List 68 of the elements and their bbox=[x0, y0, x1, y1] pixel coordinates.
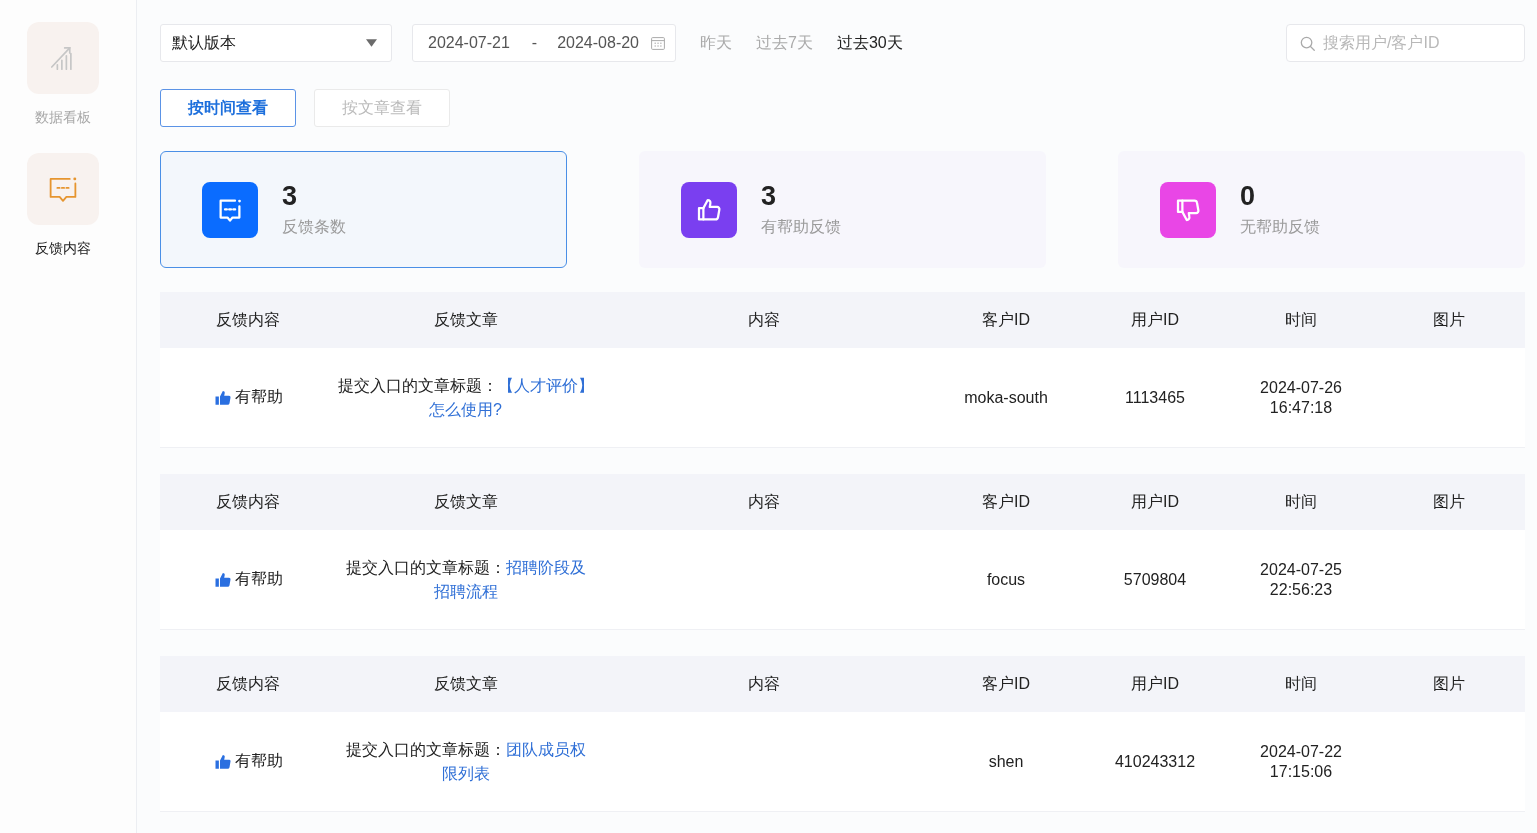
column-header: 客户ID bbox=[982, 674, 1030, 692]
column-header: 用户ID bbox=[1131, 310, 1179, 328]
feedback-label: 有帮助 bbox=[234, 569, 283, 589]
column-header: 图片 bbox=[1432, 310, 1465, 328]
table-cell-text: 2024-07-25 22:56:23 bbox=[1259, 559, 1343, 600]
stat-value: 0 bbox=[1240, 182, 1256, 210]
column-header: 时间 bbox=[1285, 492, 1317, 510]
feedback-label: 有帮助 bbox=[234, 387, 283, 407]
start-date[interactable]: 2024-07-21 bbox=[428, 34, 510, 52]
end-date[interactable]: 2024-08-20 bbox=[557, 34, 639, 52]
stat-card[interactable]: 3 反馈条数 bbox=[160, 151, 567, 268]
column-header: 反馈文章 bbox=[433, 674, 498, 692]
search-field[interactable]: 搜索用户/客户ID bbox=[1286, 24, 1525, 62]
column-header: 反馈内容 bbox=[216, 310, 280, 328]
search-icon bbox=[1300, 36, 1315, 51]
column-header: 反馈内容 bbox=[216, 674, 280, 692]
table-cell-text: 2024-07-22 17:15:06 bbox=[1259, 741, 1343, 782]
caret-icon bbox=[366, 39, 377, 47]
column-header: 图片 bbox=[1432, 674, 1465, 692]
article-label: 提交入口的文章标题： bbox=[345, 558, 506, 576]
table-cell: moka-south bbox=[964, 388, 1048, 406]
sidebar-item[interactable]: 反馈内容 bbox=[27, 153, 99, 257]
thumbs-up-icon bbox=[213, 752, 232, 771]
column-header: 内容 bbox=[747, 492, 780, 510]
thumbs-up-icon bbox=[213, 388, 232, 407]
column-header: 时间 bbox=[1285, 310, 1317, 328]
bar-chart-icon bbox=[27, 22, 99, 94]
article-link[interactable]: 限列表 bbox=[441, 764, 490, 782]
column-header: 反馈文章 bbox=[433, 310, 498, 328]
column-header: 反馈内容 bbox=[216, 492, 280, 510]
article-label: 提交入口的文章标题： bbox=[345, 740, 506, 758]
article-link[interactable]: 团队成员权 bbox=[505, 740, 586, 758]
stat-label: 无帮助反馈 bbox=[1240, 216, 1320, 237]
column-header: 图片 bbox=[1432, 492, 1465, 510]
date-preset-tab[interactable]: 过去30天 bbox=[836, 32, 903, 54]
date-separator: - bbox=[531, 34, 538, 52]
stat-value: 3 bbox=[761, 182, 777, 210]
stat-card[interactable]: 0 无帮助反馈 bbox=[1118, 151, 1525, 268]
article-label: 提交入口的文章标题： bbox=[337, 376, 498, 394]
table-cell: 410243312 bbox=[1114, 752, 1196, 770]
stat-label: 有帮助反馈 bbox=[761, 216, 841, 237]
chat-icon bbox=[27, 153, 99, 225]
table-cell: 1113465 bbox=[1125, 388, 1185, 406]
column-header: 反馈文章 bbox=[433, 492, 498, 510]
table-cell: 5709804 bbox=[1123, 570, 1187, 588]
column-header: 时间 bbox=[1285, 674, 1317, 692]
article-link[interactable]: 招聘阶段及 bbox=[505, 558, 586, 576]
date-range-field[interactable]: 2024-07-21 - 2024-08-20 bbox=[412, 24, 676, 62]
article-link[interactable]: 招聘流程 bbox=[433, 582, 498, 600]
thumbs-up-icon bbox=[213, 570, 232, 589]
stat-value: 3 bbox=[282, 182, 298, 210]
column-header: 用户ID bbox=[1131, 674, 1179, 692]
table-cell: focus bbox=[986, 570, 1026, 588]
table-cell-text: 2024-07-26 16:47:18 bbox=[1259, 377, 1343, 418]
article-link[interactable]: 怎么使用? bbox=[429, 400, 502, 418]
feedback-label: 有帮助 bbox=[234, 751, 283, 771]
column-header: 内容 bbox=[747, 310, 780, 328]
stat-card[interactable]: 3 有帮助反馈 bbox=[639, 151, 1046, 268]
table-cell: shen bbox=[988, 752, 1024, 770]
calendar-icon bbox=[651, 36, 665, 50]
stat-label: 反馈条数 bbox=[282, 216, 346, 237]
article-link[interactable]: 【人才评价】 bbox=[497, 376, 594, 394]
view-tab[interactable]: 按时间查看 bbox=[160, 89, 296, 127]
version-dropdown[interactable]: 默认版本 bbox=[160, 24, 392, 62]
column-header: 客户ID bbox=[982, 492, 1030, 510]
column-header: 用户ID bbox=[1131, 492, 1179, 510]
column-header: 客户ID bbox=[982, 310, 1030, 328]
column-header: 内容 bbox=[747, 674, 780, 692]
